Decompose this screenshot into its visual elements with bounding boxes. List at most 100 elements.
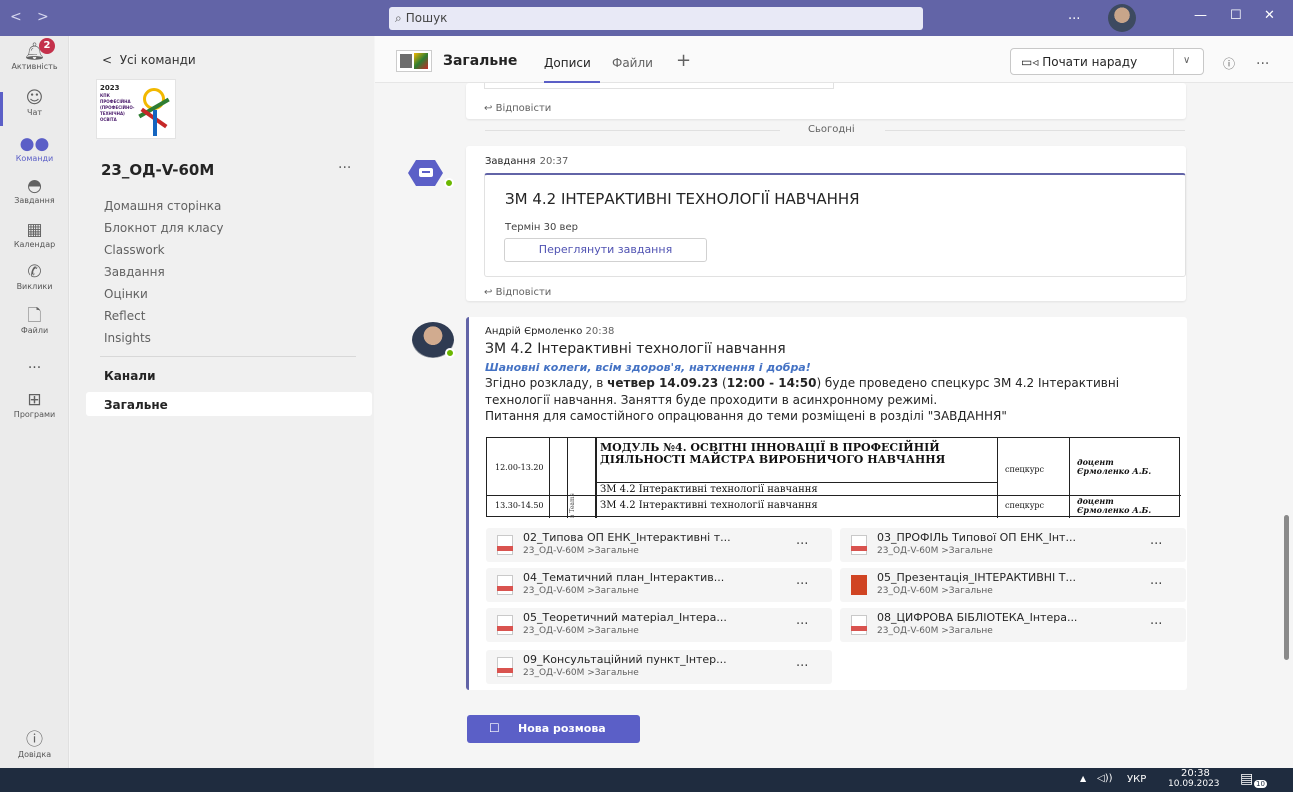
rail-assignments[interactable]: ◓ Завдання <box>0 176 69 205</box>
apps-icon: ⊞ <box>27 390 42 410</box>
link-insights[interactable]: Insights <box>104 331 151 345</box>
forward-arrow-icon[interactable]: > <box>37 9 49 25</box>
rail-more[interactable]: ... <box>0 356 69 372</box>
speaker-icon[interactable]: ◁)) <box>1097 773 1113 784</box>
reply-icon: ↩ <box>484 287 493 298</box>
attachment-item[interactable]: 05_Теоретичний матеріал_Інтера... 23_ОД-V… <box>486 608 832 642</box>
attachment-item[interactable]: 05_Презентація_ІНТЕРАКТИВНІ Т... 23_ОД-V-… <box>840 568 1186 602</box>
link-classwork[interactable]: Classwork <box>104 243 165 257</box>
user-avatar[interactable] <box>1108 4 1136 32</box>
os-taskbar: ▲ ◁)) УКР 20:38 10.09.2023 ▤ 10 <box>0 768 1293 792</box>
attachment-more-icon[interactable]: ... <box>796 573 808 588</box>
attachment-path: 23_ОД-V-60М >Загальне <box>877 586 993 596</box>
attachment-item[interactable]: 04_Тематичний план_Інтерактив... 23_ОД-V-… <box>486 568 832 602</box>
reply-icon: ↩ <box>484 103 493 114</box>
rail-teams[interactable]: ●● Команди <box>0 134 69 163</box>
post-line-2: технології навчання. Заняття буде проход… <box>485 393 938 407</box>
assignment-author: Завдання <box>485 156 536 167</box>
attachment-more-icon[interactable]: ... <box>1150 533 1162 548</box>
rail-teams-label: Команди <box>15 154 54 163</box>
schedule-subject-2: ЗМ 4.2 Інтерактивні технології навчання <box>600 500 818 511</box>
teams-icon: ●● <box>19 134 50 154</box>
clock-time[interactable]: 20:38 <box>1181 768 1210 779</box>
attachment-more-icon[interactable]: ... <box>1150 573 1162 588</box>
phone-icon: ✆ <box>27 262 42 282</box>
post-title: ЗМ 4.2 Інтерактивні технології навчання <box>485 341 786 357</box>
assignment-title: ЗМ 4.2 ІНТЕРАКТИВНІ ТЕХНОЛОГІЇ НАВЧАННЯ <box>505 190 860 208</box>
info-icon[interactable]: ⓘ <box>1223 55 1235 72</box>
powerpoint-file-icon <box>851 575 867 595</box>
language-indicator[interactable]: УКР <box>1127 774 1146 785</box>
schedule-teacher-2: доцент Єрмоленко А.Б. <box>1077 496 1152 515</box>
link-reflect[interactable]: Reflect <box>104 309 145 323</box>
search-input[interactable]: ⌕ Пошук <box>389 7 923 30</box>
rail-chat[interactable]: ☺ Чат <box>0 88 69 117</box>
attachment-item[interactable]: 03_ПРОФІЛЬ Типової ОП ЕНК_Інт... 23_ОД-V-… <box>840 528 1186 562</box>
clock-date[interactable]: 10.09.2023 <box>1168 779 1220 789</box>
schedule-time-1: 12.00-13.20 <box>495 463 544 472</box>
schedule-heading: МОДУЛЬ №4. ОСВІТНІ ІННОВАЦІЇ В ПРОФЕСІЙН… <box>600 441 946 466</box>
activity-badge: 2 <box>39 38 55 54</box>
meet-button[interactable]: ▭◃ Почати нараду ∨ <box>1010 48 1204 75</box>
pdf-file-icon <box>851 615 867 635</box>
attachment-name: 09_Консультаційний пункт_Інтер... <box>523 653 727 666</box>
new-conversation-button[interactable]: ☐ Нова розмова <box>467 715 640 743</box>
attachment-more-icon[interactable]: ... <box>796 655 808 670</box>
attachment-more-icon[interactable]: ... <box>1150 613 1162 628</box>
tab-posts[interactable]: Дописи <box>544 56 591 70</box>
attachment-item[interactable]: 08_ЦИФРОВА БІБЛІОТЕКА_Інтера... 23_ОД-V-6… <box>840 608 1186 642</box>
search-placeholder: Пошук <box>405 11 448 25</box>
link-assignments[interactable]: Завдання <box>104 265 165 279</box>
chevron-down-icon[interactable]: ∨ <box>1183 55 1190 66</box>
chevron-left-icon: < <box>102 53 113 67</box>
maximize-button[interactable]: ☐ <box>1230 8 1242 23</box>
post-time: 20:38 <box>585 326 615 337</box>
attachment-more-icon[interactable]: ... <box>796 533 808 548</box>
rail-activity[interactable]: 🔔︎ Активність <box>0 42 69 71</box>
scrollbar[interactable] <box>1284 515 1289 660</box>
view-assignment-button[interactable]: Переглянути завдання <box>504 238 707 262</box>
attachment-path: 23_ОД-V-60М >Загальне <box>877 626 993 636</box>
tab-files[interactable]: Файли <box>612 56 653 70</box>
team-logo-text: КПК ПРОФЕСІЙНА (ПРОФЕСІЙНО-ТЕХНІЧНА) ОСВ… <box>100 93 135 122</box>
rail-help-label: Довідка <box>17 750 52 759</box>
tray-chevron-up-icon[interactable]: ▲ <box>1080 774 1086 783</box>
schedule-subject-1: ЗМ 4.2 Інтерактивні технології навчання <box>600 484 818 495</box>
link-grades[interactable]: Оцінки <box>104 287 148 301</box>
header-more-icon[interactable]: ... <box>1256 52 1269 68</box>
link-home[interactable]: Домашня сторінка <box>104 199 221 213</box>
notifications-icon[interactable]: ▤ <box>1240 771 1253 787</box>
reply-link[interactable]: ↩ Відповісти <box>484 103 551 114</box>
attachment-path: 23_ОД-V-60М >Загальне <box>523 586 639 596</box>
new-conversation-label: Нова розмова <box>518 722 606 735</box>
assignments-bot-avatar <box>407 154 449 192</box>
assignment-due: Термін 30 вер <box>505 222 578 233</box>
schedule-side-label: в Teams <box>569 493 576 518</box>
link-class-notebook[interactable]: Блокнот для класу <box>104 221 223 235</box>
rail-calls-label: Виклики <box>16 282 53 291</box>
all-teams-link[interactable]: < Усі команди <box>102 53 196 67</box>
back-arrow-icon[interactable]: < <box>10 9 22 25</box>
channel-general[interactable]: Загальне <box>86 392 372 416</box>
rail-help[interactable]: ⓘ Довідка <box>0 730 69 759</box>
rail-calendar[interactable]: ▦ Календар <box>0 220 69 249</box>
video-camera-icon: ▭◃ <box>1021 55 1039 69</box>
close-button[interactable]: ✕ <box>1264 8 1275 23</box>
more-options-icon[interactable]: ... <box>1068 8 1080 23</box>
channel-general-label: Загальне <box>104 398 168 412</box>
today-separator: Сьогодні <box>808 124 855 135</box>
attachment-item[interactable]: 09_Консультаційний пункт_Інтер... 23_ОД-V… <box>486 650 832 684</box>
rail-calls[interactable]: ✆ Виклики <box>0 262 69 291</box>
rail-files[interactable]: 🗋︎ Файли <box>0 306 69 335</box>
minimize-button[interactable]: — <box>1194 8 1207 23</box>
attachment-name: 02_Типова ОП ЕНК_Інтерактивні т... <box>523 531 731 544</box>
attachment-name: 05_Презентація_ІНТЕРАКТИВНІ Т... <box>877 571 1077 584</box>
attachment-item[interactable]: 02_Типова ОП ЕНК_Інтерактивні т... 23_ОД-… <box>486 528 832 562</box>
attachment-name: 08_ЦИФРОВА БІБЛІОТЕКА_Інтера... <box>877 611 1078 624</box>
rail-apps[interactable]: ⊞ Програми <box>0 390 69 419</box>
channel-icon <box>396 50 432 72</box>
team-more-icon[interactable]: ... <box>338 156 351 172</box>
attachment-more-icon[interactable]: ... <box>796 613 808 628</box>
add-tab-button[interactable]: + <box>676 50 691 71</box>
reply-link[interactable]: ↩ Відповісти <box>484 287 551 298</box>
